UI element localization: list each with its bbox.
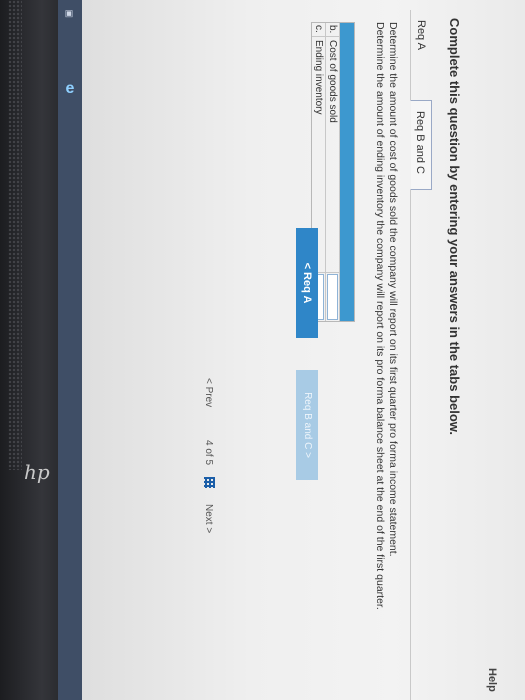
rotated-page: Help Complete this question by entering … (60, 0, 500, 700)
laptop-bezel: hp (0, 0, 60, 700)
instruction-line-1: Determine the amount of cost of goods so… (387, 22, 399, 557)
row-letter: c. (312, 23, 325, 37)
tab-req-b-and-c[interactable]: Req B and C (410, 100, 432, 190)
cost-of-goods-sold-input[interactable] (327, 274, 338, 320)
question-title: Complete this question by entering your … (447, 18, 462, 436)
req-a-button[interactable]: < Req A (296, 228, 318, 338)
tab-bar: Req A Req B and C (410, 10, 432, 700)
help-link[interactable]: Help (486, 668, 498, 692)
tab-req-a[interactable]: Req A (410, 10, 432, 90)
grid-icon[interactable] (204, 477, 215, 488)
page-indicator: 4 of 5 (203, 440, 214, 466)
table-header (340, 23, 354, 321)
prev-link[interactable]: < Prev (203, 378, 214, 418)
next-link[interactable]: Next > (203, 504, 214, 544)
req-b-and-c-button[interactable]: Req B and C > (296, 370, 318, 480)
instruction-line-2: Determine the amount of ending inventory… (374, 22, 386, 610)
row-letter: b. (326, 23, 339, 37)
table-row: b. Cost of goods sold (326, 23, 340, 321)
hp-logo: hp (24, 460, 50, 484)
speaker-grille (8, 0, 22, 470)
instructions: Determine the amount of cost of goods so… (373, 22, 399, 682)
row-label: Cost of goods sold (326, 37, 339, 273)
